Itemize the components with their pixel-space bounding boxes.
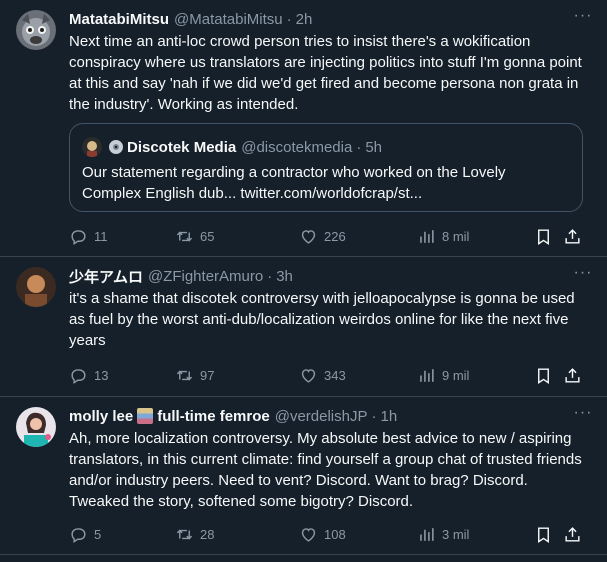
user-handle[interactable]: @verdelishJP [275,408,368,425]
like-button[interactable]: 343 [299,364,346,386]
retweet-icon [176,529,193,539]
separator: · [356,138,362,156]
like-count: 226 [324,228,346,244]
tweet-body: 少年アムロ @ZFighterAmuro · 3h ··· it's a sha… [69,265,591,351]
avatar[interactable] [16,10,56,50]
bookmark-icon [538,228,549,245]
share-icon [565,367,580,383]
tweet-body: MatatabiMitsu @MatatabiMitsu · 2h ··· Ne… [69,8,591,115]
share-icon [565,526,580,542]
like-button[interactable]: 108 [299,523,346,545]
more-options-icon[interactable]: ··· [573,8,593,28]
views-count: 8 mil [442,228,470,244]
reply-button[interactable]: 13 [69,364,108,386]
timestamp[interactable]: 2h [296,11,313,28]
heart-icon [301,527,316,542]
reply-count: 11 [94,228,108,244]
display-name[interactable]: MatatabiMitsu [69,11,169,28]
views-button[interactable]: 9 mil [417,364,469,386]
views-count: 9 mil [442,367,470,383]
share-button[interactable] [563,523,582,545]
timeline-feed: MatatabiMitsu @MatatabiMitsu · 2h ··· Ne… [0,0,607,562]
like-button[interactable]: 226 [299,225,346,247]
views-count: 3 mil [442,526,470,542]
tweet-header: MatatabiMitsu @MatatabiMitsu · 2h [69,8,587,30]
share-button[interactable] [563,225,582,247]
reply-count: 13 [94,367,109,383]
reply-count: 5 [94,526,102,542]
share-icon [565,228,580,244]
retweet-count: 97 [200,367,215,383]
views-button[interactable]: 8 mil [417,225,469,247]
reply-icon [71,229,86,245]
reply-button[interactable]: 5 [69,523,101,545]
quoted-tweet[interactable]: Discotek Media @discotekmedia · 5h Our s… [69,123,583,212]
bookmark-button[interactable] [534,364,553,386]
views-icon [420,368,434,382]
tweet-actions: 11 65 226 8 mil [69,225,587,247]
tweet-actions: 13 97 343 9 mil [69,364,587,386]
like-count: 108 [324,526,346,542]
retweet-icon [176,231,193,241]
quoted-user-handle[interactable]: @discotekmedia [241,139,352,156]
tweet-header: molly lee full-time femroe @verdelishJP … [69,405,587,427]
display-name[interactable]: molly lee [69,408,133,425]
tweet-body: molly lee full-time femroe @verdelishJP … [69,405,591,512]
tweet-actions: 5 28 108 3 mil [69,523,587,545]
display-name[interactable]: 少年アムロ [69,266,143,287]
reply-icon [71,368,86,384]
display-name-suffix[interactable]: full-time femroe [157,408,270,425]
user-handle[interactable]: @ZFighterAmuro [148,268,263,285]
reply-icon [71,527,86,543]
timestamp[interactable]: 1h [380,408,397,425]
quoted-tweet-header: Discotek Media @discotekmedia · 5h [82,136,382,158]
avatar[interactable] [16,267,56,307]
books-emoji-icon [137,408,154,424]
retweet-icon [176,370,193,380]
views-icon [420,229,434,243]
disc-icon [108,139,124,155]
retweet-button[interactable]: 97 [175,364,214,386]
tweet-text: Ah, more localization controversy. My ab… [69,430,582,510]
share-button[interactable] [563,364,582,386]
retweet-button[interactable]: 28 [175,523,214,545]
retweet-button[interactable]: 65 [175,225,214,247]
quoted-timestamp[interactable]: 5h [365,139,382,156]
bookmark-button[interactable] [534,225,553,247]
bookmark-button[interactable] [534,523,553,545]
separator: · [267,267,273,285]
timestamp[interactable]: 3h [276,268,293,285]
bookmark-icon [538,526,549,543]
views-button[interactable]: 3 mil [417,523,469,545]
retweet-count: 28 [200,526,215,542]
separator: · [371,407,377,425]
quoted-display-name[interactable]: Discotek Media [127,139,236,156]
tweet[interactable]: 少年アムロ @ZFighterAmuro · 3h ··· it's a sha… [0,257,607,397]
avatar[interactable] [16,407,56,447]
like-count: 343 [324,367,346,383]
more-options-icon[interactable]: ··· [573,405,593,425]
heart-icon [301,229,316,244]
separator: · [286,10,292,28]
tweet-text: Next time an anti-loc crowd person tries… [69,33,582,113]
tweet-header: 少年アムロ @ZFighterAmuro · 3h [69,265,587,287]
bookmark-icon [538,367,549,384]
views-icon [420,527,434,541]
reply-button[interactable]: 11 [69,225,108,247]
quoted-tweet-text: Our statement regarding a contractor who… [82,164,506,202]
user-handle[interactable]: @MatatabiMitsu [174,11,283,28]
tweet-text: it's a shame that discotek controversy w… [69,290,575,349]
retweet-count: 65 [200,228,215,244]
tweet[interactable]: molly lee full-time femroe @verdelishJP … [0,397,607,555]
tweet[interactable]: MatatabiMitsu @MatatabiMitsu · 2h ··· Ne… [0,0,607,257]
quoted-avatar [82,137,102,157]
heart-icon [301,368,316,383]
more-options-icon[interactable]: ··· [573,265,593,285]
